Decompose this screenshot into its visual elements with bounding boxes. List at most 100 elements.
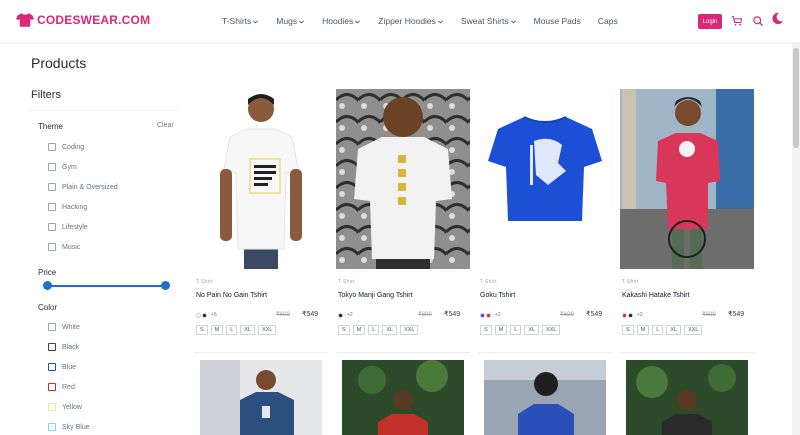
size-option[interactable]: XXL bbox=[400, 325, 419, 335]
color-option-sky-blue[interactable]: Sky Blue bbox=[48, 423, 90, 431]
option-label: Lifestyle bbox=[62, 223, 88, 231]
size-option[interactable]: L bbox=[226, 325, 238, 335]
price-max-handle[interactable] bbox=[161, 281, 170, 290]
menu-item-hoodies[interactable]: Hoodies bbox=[322, 16, 361, 26]
menu-item-sweat-shirts[interactable]: Sweat Shirts bbox=[461, 16, 517, 26]
product-colors: +5 bbox=[196, 312, 217, 318]
theme-option-music[interactable]: Music bbox=[48, 243, 80, 251]
checkbox[interactable] bbox=[48, 183, 56, 191]
price-min-handle[interactable] bbox=[43, 281, 52, 290]
theme-option-gym[interactable]: Gym bbox=[48, 163, 77, 171]
product-image[interactable] bbox=[342, 360, 464, 435]
more-colors: +5 bbox=[211, 312, 217, 318]
product-colors: +2 bbox=[338, 312, 353, 318]
product-category: T-Shirt bbox=[338, 279, 355, 285]
size-option[interactable]: L bbox=[510, 325, 522, 335]
checkbox[interactable] bbox=[48, 143, 56, 151]
color-dot[interactable] bbox=[202, 312, 207, 318]
menu-item-label: Zipper Hoodies bbox=[378, 16, 436, 26]
product-image[interactable] bbox=[200, 360, 322, 435]
menu-item-caps[interactable]: Caps bbox=[598, 16, 618, 26]
menu-item-mugs[interactable]: Mugs bbox=[276, 16, 305, 26]
product-image[interactable] bbox=[336, 89, 470, 269]
checkbox[interactable] bbox=[48, 363, 56, 371]
size-option[interactable]: XL bbox=[382, 325, 398, 335]
brand-logo[interactable]: CODESWEAR.COM bbox=[16, 12, 150, 28]
size-option[interactable]: XXL bbox=[542, 325, 561, 335]
size-option[interactable]: M bbox=[210, 325, 224, 335]
color-option-red[interactable]: Red bbox=[48, 383, 75, 391]
chevron-down-icon bbox=[510, 19, 516, 24]
theme-option-hacking[interactable]: Hacking bbox=[48, 203, 87, 211]
checkbox[interactable] bbox=[48, 223, 56, 231]
product-card[interactable]: T-Shirt Kakashi Hatake Tshirt +2 ₹699 ₹5… bbox=[620, 89, 754, 354]
color-dot[interactable] bbox=[486, 312, 491, 318]
size-option[interactable]: M bbox=[636, 325, 650, 335]
size-option[interactable]: M bbox=[352, 325, 366, 335]
more-colors: +2 bbox=[347, 312, 353, 318]
option-label: Hacking bbox=[62, 203, 88, 211]
checkbox[interactable] bbox=[48, 323, 56, 331]
product-image[interactable] bbox=[478, 89, 612, 269]
size-option[interactable]: L bbox=[368, 325, 380, 335]
checkbox[interactable] bbox=[48, 383, 56, 391]
theme-option-plain-oversized[interactable]: Plain & Oversized bbox=[48, 183, 118, 191]
color-dot[interactable] bbox=[480, 312, 485, 318]
dark-mode-icon[interactable] bbox=[771, 12, 784, 25]
color-dot[interactable] bbox=[622, 312, 627, 318]
size-option[interactable]: XL bbox=[524, 325, 540, 335]
search-icon[interactable] bbox=[752, 15, 764, 27]
product-image[interactable] bbox=[194, 89, 328, 269]
size-option[interactable]: XXL bbox=[258, 325, 277, 335]
theme-option-coding[interactable]: Coding bbox=[48, 143, 84, 151]
size-option[interactable]: XL bbox=[666, 325, 682, 335]
checkbox[interactable] bbox=[48, 343, 56, 351]
color-option-white[interactable]: White bbox=[48, 323, 80, 331]
product-title[interactable]: Kakashi Hatake Tshirt bbox=[622, 292, 690, 299]
checkbox[interactable] bbox=[48, 163, 56, 171]
product-title[interactable]: No Pain No Gain Tshirt bbox=[196, 292, 267, 299]
product-card[interactable]: T-Shirt Goku Tshirt +2 ₹699 ₹549 S M L X… bbox=[478, 89, 612, 354]
theme-option-lifestyle[interactable]: Lifestyle bbox=[48, 223, 88, 231]
product-image[interactable] bbox=[484, 360, 606, 435]
checkbox[interactable] bbox=[48, 403, 56, 411]
color-option-yellow[interactable]: Yellow bbox=[48, 403, 82, 411]
option-label: Black bbox=[62, 343, 80, 351]
menu-item-mouse-pads[interactable]: Mouse Pads bbox=[534, 16, 581, 26]
product-title[interactable]: Tokyo Manji Gang Tshirt bbox=[338, 292, 413, 299]
size-option[interactable]: L bbox=[652, 325, 664, 335]
menu-item-zipper-hoodies[interactable]: Zipper Hoodies bbox=[378, 16, 444, 26]
color-dot[interactable] bbox=[338, 312, 343, 318]
color-dot[interactable] bbox=[196, 312, 201, 318]
menu-item-tshirts[interactable]: T-Shirts bbox=[222, 16, 259, 26]
size-option[interactable]: S bbox=[480, 325, 492, 335]
page-title: Products bbox=[31, 55, 87, 71]
size-option[interactable]: XL bbox=[240, 325, 256, 335]
login-button[interactable]: Login bbox=[698, 14, 722, 29]
size-option[interactable]: XXL bbox=[684, 325, 703, 335]
clear-filter-link[interactable]: Clear bbox=[157, 122, 174, 129]
product-card[interactable]: T-Shirt Tokyo Manji Gang Tshirt +2 ₹699 … bbox=[336, 89, 470, 354]
option-label: Blue bbox=[62, 363, 77, 371]
color-dot[interactable] bbox=[628, 312, 633, 318]
size-option[interactable]: S bbox=[338, 325, 350, 335]
chevron-down-icon bbox=[355, 19, 361, 24]
product-image[interactable] bbox=[626, 360, 748, 435]
product-title[interactable]: Goku Tshirt bbox=[480, 292, 515, 299]
checkbox[interactable] bbox=[48, 423, 56, 431]
size-option[interactable]: S bbox=[196, 325, 208, 335]
product-card[interactable]: T-Shirt No Pain No Gain Tshirt +5 ₹699 ₹… bbox=[194, 89, 328, 354]
size-option[interactable]: S bbox=[622, 325, 634, 335]
scrollbar-thumb[interactable] bbox=[793, 48, 799, 148]
product-image[interactable] bbox=[620, 89, 754, 269]
checkbox[interactable] bbox=[48, 203, 56, 211]
menu-item-label: T-Shirts bbox=[222, 16, 252, 26]
size-option[interactable]: M bbox=[494, 325, 508, 335]
color-option-blue[interactable]: Blue bbox=[48, 363, 76, 371]
cart-icon[interactable] bbox=[731, 15, 743, 27]
checkbox[interactable] bbox=[48, 243, 56, 251]
color-option-black[interactable]: Black bbox=[48, 343, 79, 351]
price-range-track[interactable] bbox=[47, 285, 165, 287]
product-mrp: ₹699 bbox=[418, 312, 432, 318]
option-label: Music bbox=[62, 243, 81, 251]
